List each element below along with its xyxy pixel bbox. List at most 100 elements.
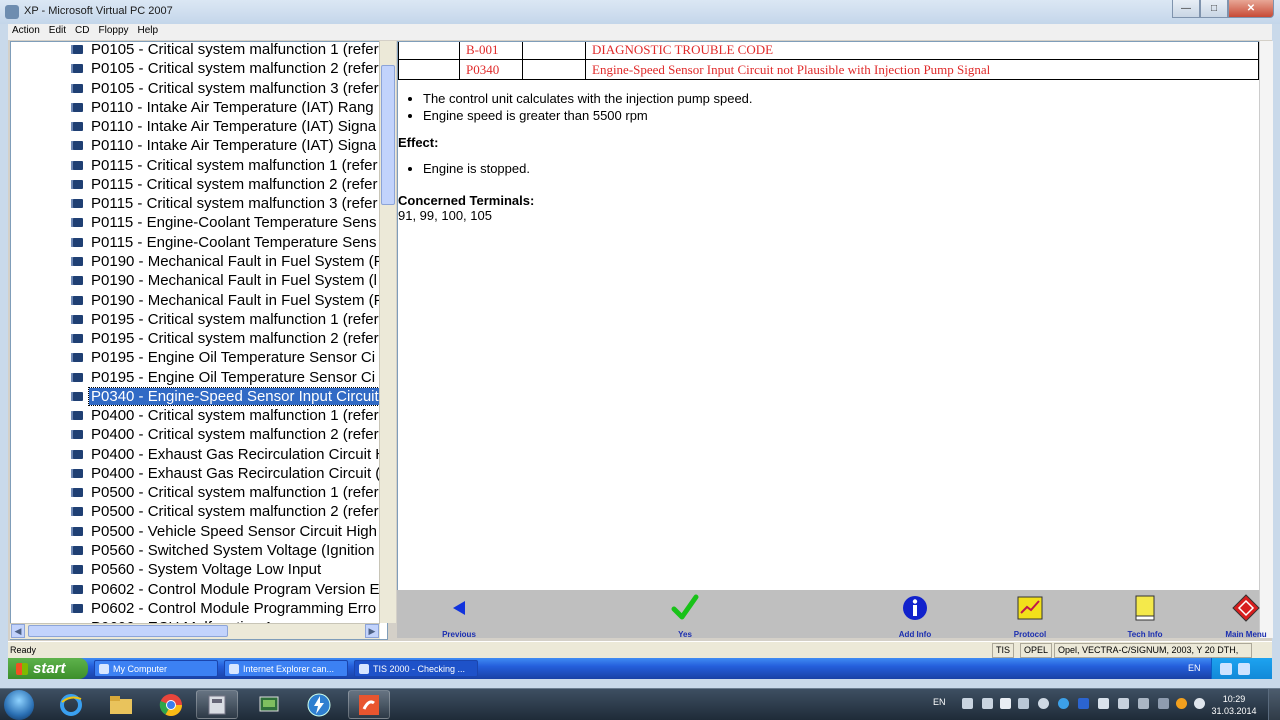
tree-item[interactable]: P0500 - Critical system malfunction 2 (r… [71, 502, 381, 521]
windows-start-orb-icon[interactable] [4, 690, 34, 720]
menu-edit[interactable]: Edit [45, 24, 71, 36]
clock[interactable]: 10:29 31.03.2014 [1208, 693, 1260, 717]
task-internet-explorer[interactable]: Internet Explorer can... [224, 660, 348, 677]
computer-icon [99, 663, 109, 674]
explorer-taskbar-icon[interactable] [100, 690, 142, 719]
alert-icon[interactable] [1176, 698, 1187, 709]
task-tis-2000[interactable]: TIS 2000 - Checking ... [354, 660, 478, 677]
scroll-right-icon[interactable]: ▶ [365, 624, 379, 638]
tree-item-label: P0105 - Critical system malfunction 1 (r… [91, 41, 379, 58]
page-scrollbar[interactable] [1259, 41, 1273, 638]
tree-item[interactable]: P0500 - Vehicle Speed Sensor Circuit Hig… [71, 522, 379, 541]
tree-vertical-scrollbar[interactable] [379, 41, 396, 623]
menu-floppy[interactable]: Floppy [94, 24, 133, 36]
scroll-thumb[interactable] [381, 65, 395, 205]
tech-info-button[interactable]: Tech Info [1105, 594, 1185, 639]
previous-button[interactable]: Previous [419, 594, 499, 639]
windows-flag-icon [16, 662, 28, 675]
tree-item[interactable]: P0190 - Mechanical Fault in Fuel System … [71, 291, 385, 310]
opel-tis-taskbar-icon[interactable] [348, 690, 390, 719]
tree-item[interactable]: P0110 - Intake Air Temperature (IAT) Ran… [71, 98, 376, 117]
add-info-button[interactable]: Add Info [875, 594, 955, 639]
close-button[interactable]: ✕ [1228, 0, 1274, 18]
scroll-left-icon[interactable]: ◀ [11, 624, 25, 638]
tree-item[interactable]: P0560 - System Voltage Low Input [71, 560, 323, 579]
protocol-label: Protocol [1013, 630, 1047, 639]
tray-icon[interactable] [982, 698, 993, 709]
tree-item[interactable]: P0500 - Critical system malfunction 1 (r… [71, 483, 381, 502]
table-cell [522, 42, 586, 60]
chrome-taskbar-icon[interactable] [150, 690, 192, 719]
bolt-app-taskbar-icon[interactable] [298, 690, 340, 719]
tray-icon[interactable] [1220, 662, 1232, 675]
tree-horizontal-scrollbar[interactable]: ◀ ▶ [10, 623, 380, 639]
tis-icon [359, 663, 369, 674]
tree-item[interactable]: P0195 - Engine Oil Temperature Sensor Ci [71, 348, 377, 367]
tree-item[interactable]: P0190 - Mechanical Fault in Fuel System … [71, 252, 385, 271]
device-manager-taskbar-icon[interactable] [248, 690, 290, 719]
tree-item[interactable]: P0602 - Control Module Program Version E [71, 580, 381, 599]
tree-item[interactable]: P0115 - Engine-Coolant Temperature Sens [71, 213, 378, 232]
speaker-icon[interactable] [1038, 698, 1049, 709]
tree-item[interactable]: P0560 - Switched System Voltage (Ignitio… [71, 541, 377, 560]
checkmark-icon [671, 594, 699, 622]
network-icon[interactable] [1098, 698, 1109, 709]
maximize-button[interactable]: □ [1200, 0, 1228, 18]
update-icon[interactable] [1058, 698, 1069, 709]
show-desktop-button[interactable] [1268, 689, 1280, 720]
bluetooth-icon[interactable] [1078, 698, 1089, 709]
yes-button[interactable]: Yes [645, 594, 725, 639]
clock-tray-icon[interactable] [1194, 698, 1205, 709]
power-icon[interactable] [1138, 698, 1149, 709]
tree-item[interactable]: P0115 - Engine-Coolant Temperature Sens [71, 233, 378, 252]
tree-item[interactable]: P0105 - Critical system malfunction 2 (r… [71, 59, 381, 78]
host-language[interactable]: EN [933, 697, 946, 707]
tree-item-label: P0400 - Exhaust Gas Recirculation Circui… [91, 445, 387, 463]
dtc-code: P0340 [459, 59, 523, 80]
book-icon [71, 276, 83, 286]
tree-item[interactable]: P0602 - Control Module Programming Erro [71, 599, 378, 618]
tree-item[interactable]: P0110 - Intake Air Temperature (IAT) Sig… [71, 136, 378, 155]
tree-item[interactable]: P0195 - Critical system malfunction 1 (r… [71, 310, 381, 329]
start-button[interactable]: start [8, 658, 88, 679]
ie-taskbar-icon[interactable] [50, 690, 92, 719]
tree-item[interactable]: P0115 - Critical system malfunction 3 (r… [71, 194, 380, 213]
menu-cd[interactable]: CD [71, 24, 94, 36]
tree-item[interactable]: P0400 - Critical system malfunction 1 (r… [71, 406, 381, 425]
tree-item[interactable]: P0105 - Critical system malfunction 1 (r… [71, 41, 381, 59]
tray-icon[interactable] [1118, 698, 1129, 709]
tree-item[interactable]: P0195 - Critical system malfunction 2 (r… [71, 329, 381, 348]
tree-item-label: P0340 - Engine-Speed Sensor Input Circui… [88, 386, 382, 406]
start-label: start [33, 660, 66, 677]
tray-icon[interactable] [1158, 698, 1169, 709]
tray-icon[interactable] [1238, 662, 1250, 675]
tree-item[interactable]: P0105 - Critical system malfunction 3 (r… [71, 79, 381, 98]
yes-label: Yes [678, 630, 692, 639]
task-my-computer[interactable]: My Computer [94, 660, 218, 677]
book-icon [71, 314, 83, 324]
tree-item-selected[interactable]: P0340 - Engine-Speed Sensor Input Circui… [71, 386, 382, 406]
tree-item[interactable]: P0400 - Exhaust Gas Recirculation Circui… [71, 464, 382, 483]
tree-item[interactable]: P0400 - Critical system malfunction 2 (r… [71, 425, 381, 444]
tree-item[interactable]: P0115 - Critical system malfunction 2 (r… [71, 175, 380, 194]
tree-item[interactable]: P0195 - Engine Oil Temperature Sensor Ci [71, 368, 377, 387]
guest-language[interactable]: EN [1188, 663, 1201, 673]
tree-item[interactable]: P0115 - Critical system malfunction 1 (r… [71, 156, 380, 175]
tree-item-label: P0195 - Engine Oil Temperature Sensor Ci [91, 349, 376, 367]
tree-item[interactable]: P0110 - Intake Air Temperature (IAT) Sig… [71, 117, 378, 136]
tray-icon[interactable] [962, 698, 973, 709]
scroll-thumb[interactable] [28, 625, 228, 637]
tree-item-label: P0115 - Critical system malfunction 2 (r… [91, 175, 378, 193]
tray-icon[interactable] [1018, 698, 1029, 709]
tree-item[interactable]: P0190 - Mechanical Fault in Fuel System … [71, 271, 379, 290]
menu-action[interactable]: Action [8, 24, 45, 36]
virtual-pc-taskbar-icon[interactable] [196, 690, 238, 719]
minimize-button[interactable]: — [1172, 0, 1200, 18]
main-menu-button[interactable]: Main Menu [1206, 594, 1280, 639]
protocol-button[interactable]: Protocol [990, 594, 1070, 639]
tree-item[interactable]: P0400 - Exhaust Gas Recirculation Circui… [71, 445, 387, 464]
book-icon [71, 411, 83, 421]
menu-help[interactable]: Help [134, 24, 164, 36]
flag-icon[interactable] [1000, 698, 1011, 709]
book-icon [71, 141, 83, 151]
